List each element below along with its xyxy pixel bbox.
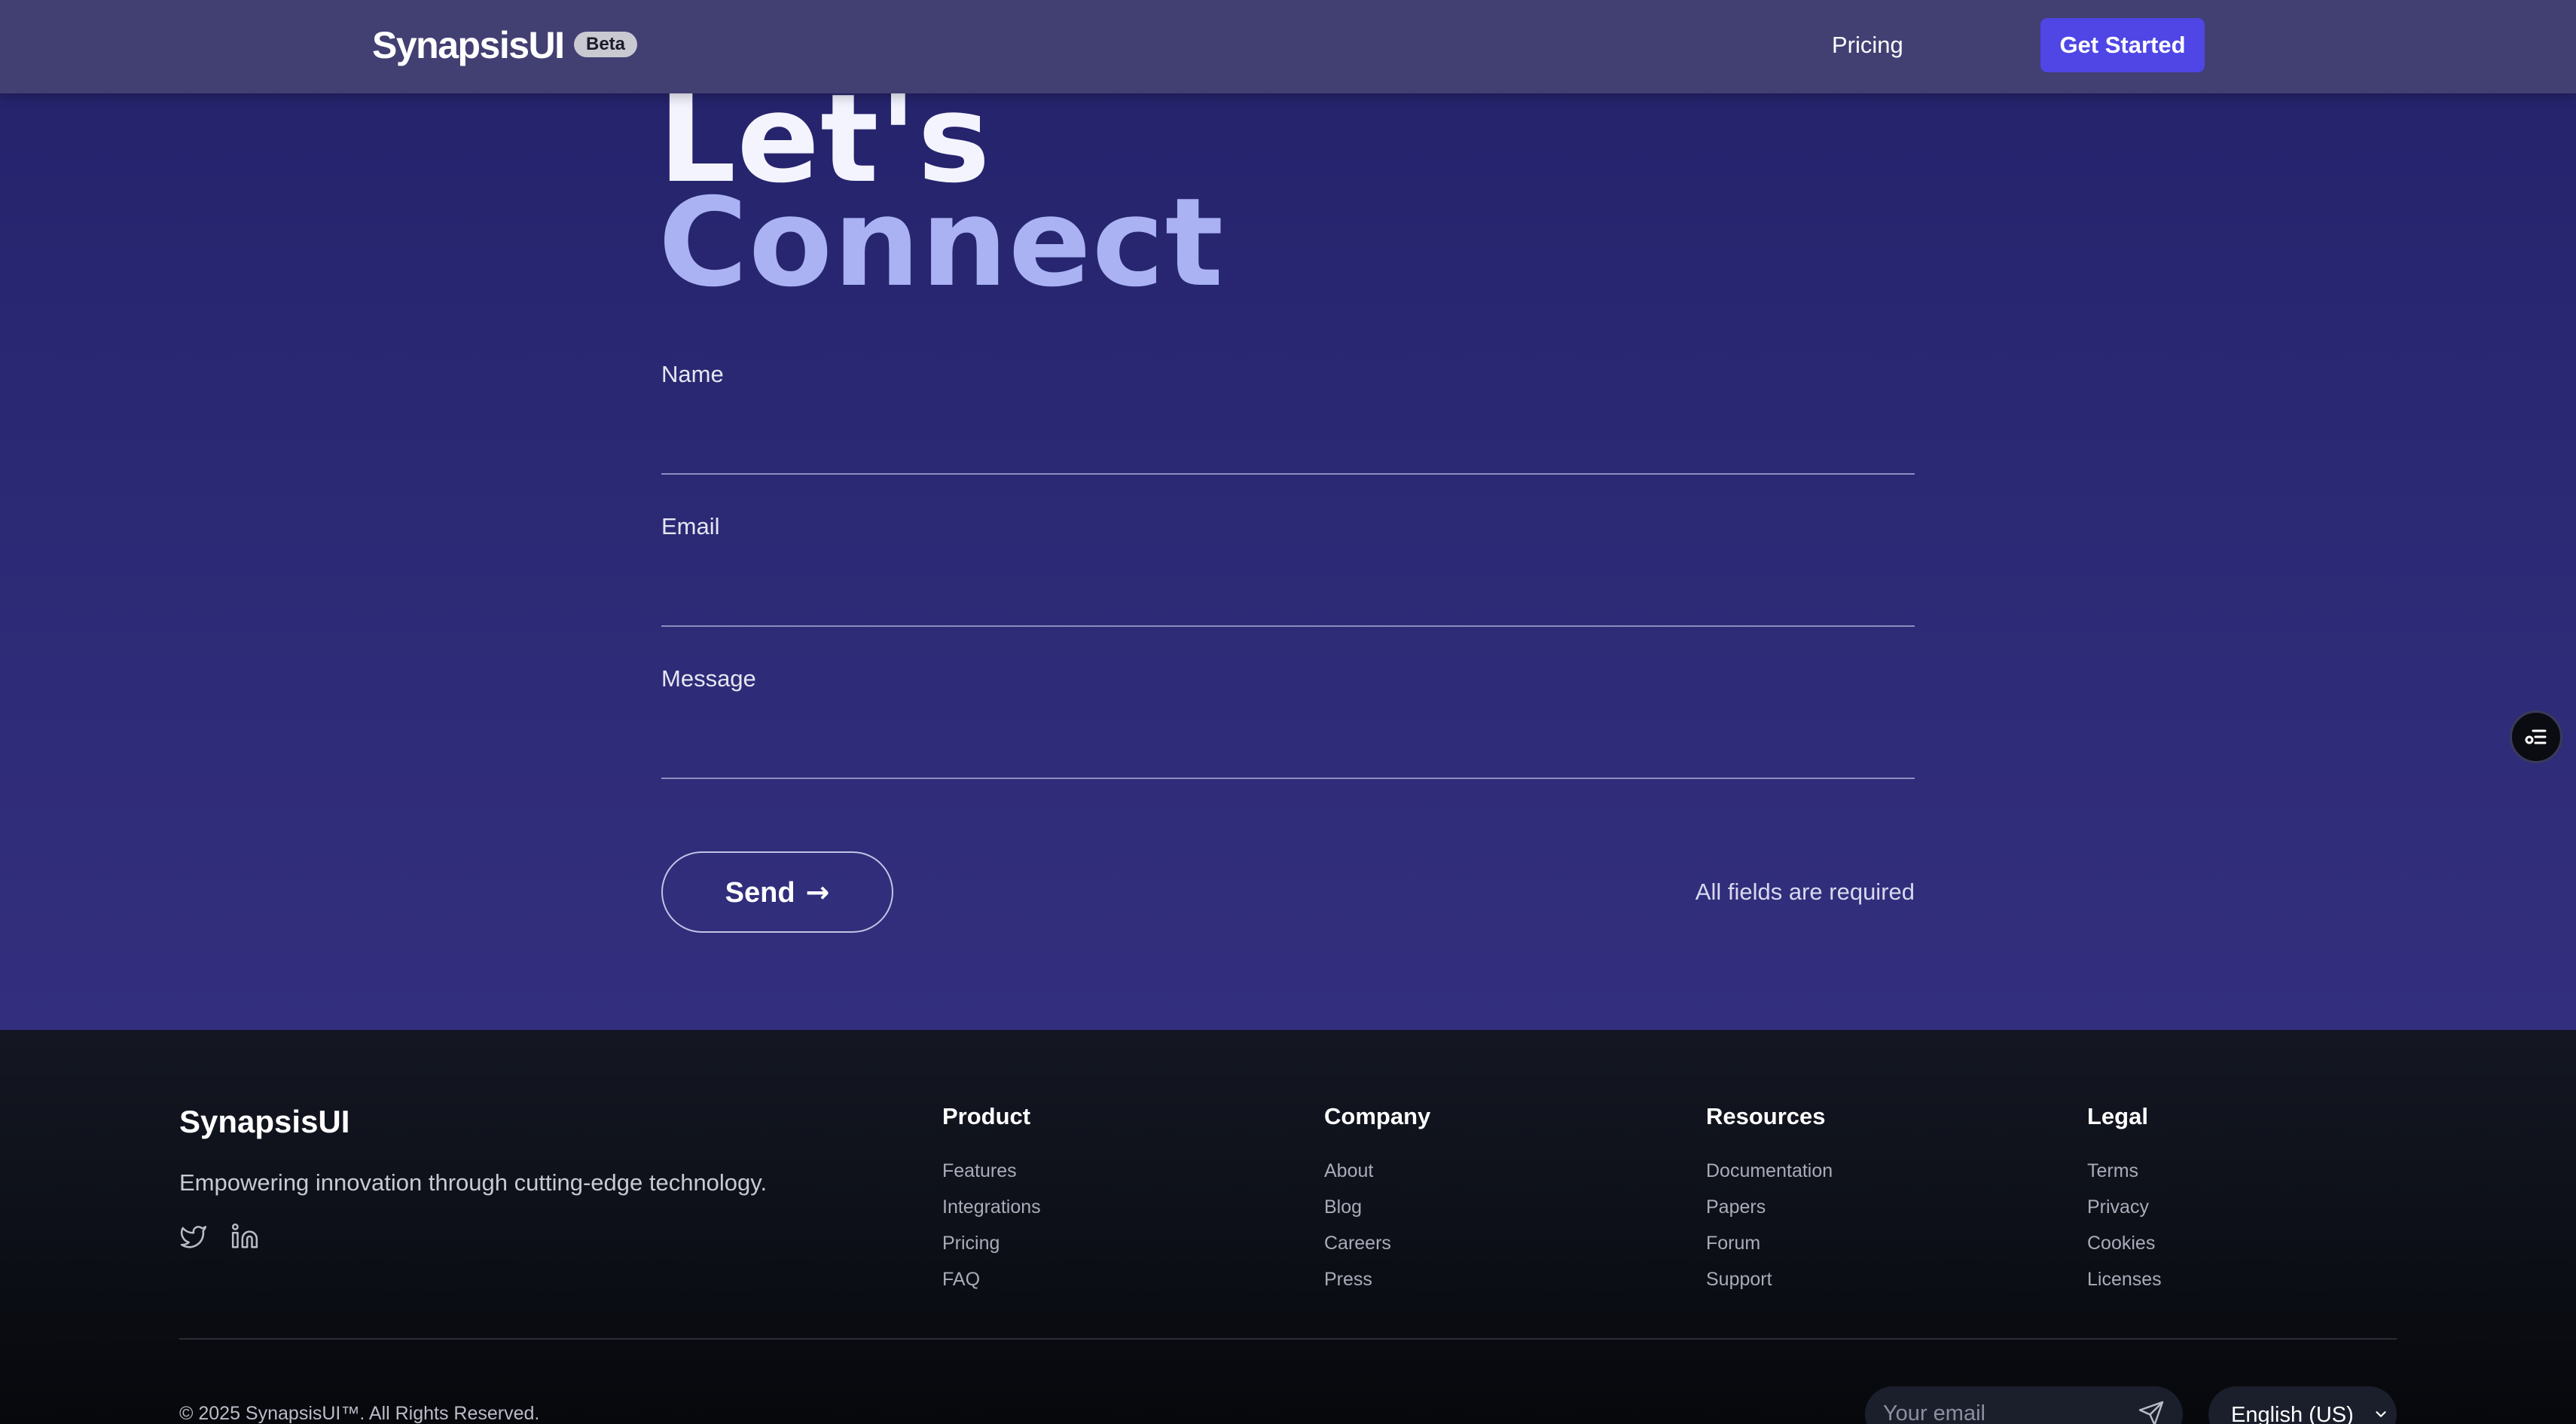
send-button-label: Send [725,876,795,909]
footer-col-title-company: Company [1324,1103,1431,1129]
footer-links-legal: Terms Privacy Cookies Licenses [2087,1153,2162,1297]
email-label: Email [661,513,720,539]
chevron-down-icon [2376,1411,2386,1417]
top-navbar: SynapsisUI Beta Pricing Get Started [0,0,2576,93]
email-field[interactable] [661,559,1915,627]
brand-logo[interactable]: SynapsisUI [372,21,565,69]
settings-widget-button[interactable] [2510,710,2562,763]
footer-links-product: Features Integrations Pricing FAQ [942,1153,1041,1297]
footer-link-terms[interactable]: Terms [2087,1153,2162,1189]
page-title-line2: Connect [658,173,1225,314]
copyright-text: © 2025 SynapsisUI™. All Rights Reserved. [179,1403,540,1424]
newsletter-email-input[interactable] [1883,1397,2124,1424]
message-label: Message [661,665,756,692]
linkedin-icon [231,1223,258,1248]
footer-brand[interactable]: SynapsisUI [179,1102,349,1142]
contact-section [0,0,2576,1030]
footer-divider [179,1338,2397,1340]
footer-links-resources: Documentation Papers Forum Support [1706,1153,1833,1297]
linkedin-link[interactable] [230,1222,259,1251]
language-select[interactable]: English (US) [2208,1386,2397,1424]
send-button[interactable]: Send → [661,851,893,933]
footer-links-company: About Blog Careers Press [1324,1153,1391,1297]
footer-col-title-resources: Resources [1706,1103,1826,1129]
footer-link-documentation[interactable]: Documentation [1706,1153,1833,1189]
name-label: Name [661,361,724,387]
footer-link-about[interactable]: About [1324,1153,1391,1189]
footer-link-pricing[interactable]: Pricing [942,1225,1041,1261]
arrow-right-icon: → [805,875,830,909]
footer-link-privacy[interactable]: Privacy [2087,1189,2162,1225]
message-field[interactable] [661,711,1915,779]
footer-link-blog[interactable]: Blog [1324,1189,1391,1225]
footer-link-press[interactable]: Press [1324,1261,1391,1297]
footer-tagline: Empowering innovation through cutting-ed… [179,1169,768,1196]
twitter-link[interactable] [179,1222,208,1251]
footer-link-forum[interactable]: Forum [1706,1225,1833,1261]
footer-link-papers[interactable]: Papers [1706,1189,1833,1225]
language-select-value: English (US) [2231,1403,2354,1424]
sliders-icon [2525,729,2547,744]
paper-plane-icon[interactable] [2138,1400,2165,1424]
footer-link-features[interactable]: Features [942,1153,1041,1189]
footer-link-careers[interactable]: Careers [1324,1225,1391,1261]
footer-link-faq[interactable]: FAQ [942,1261,1041,1297]
site-footer [0,1030,2576,1424]
footer-col-title-legal: Legal [2087,1103,2148,1129]
footer-col-title-product: Product [942,1103,1031,1129]
footer-link-cookies[interactable]: Cookies [2087,1225,2162,1261]
footer-link-support[interactable]: Support [1706,1261,1833,1297]
footer-link-integrations[interactable]: Integrations [942,1189,1041,1225]
get-started-button[interactable]: Get Started [2040,18,2205,72]
footer-link-licenses[interactable]: Licenses [2087,1261,2162,1297]
required-fields-note: All fields are required [1695,879,1915,905]
nav-link-pricing[interactable]: Pricing [1832,29,1903,62]
twitter-icon [180,1226,207,1248]
name-field[interactable] [661,407,1915,475]
beta-badge: Beta [574,32,638,57]
newsletter-form [1865,1386,2183,1424]
